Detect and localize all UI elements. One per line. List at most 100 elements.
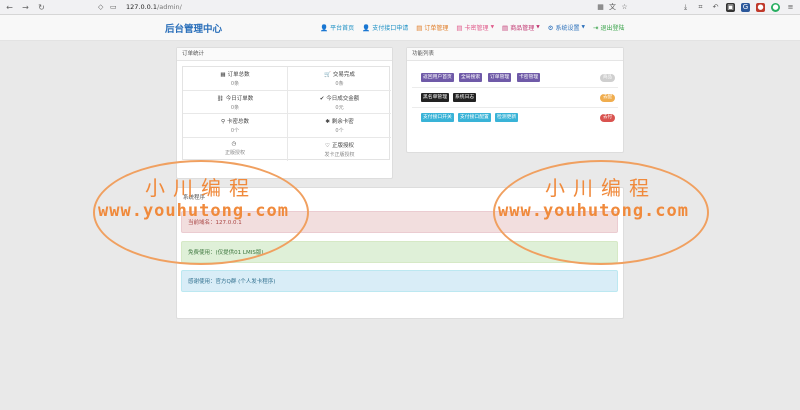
address-bar[interactable]: ◇ ▭ 127.0.0.1/admin/	[96, 2, 636, 13]
function-row: 返回用户首页 全局搜索 订单管理 卡密管理 商品	[412, 68, 618, 88]
function-row: 支付接口开关 支付接口配置 检测更新 去付	[412, 108, 618, 128]
stat-label: 剩余卡密	[331, 119, 354, 125]
nav-links: 👤 平台首页 👤 支付接口申请 ▤ 订单管理 ▤ 卡密管理 ▼ ▤ 商品管理 ▼ ⚙ 系统设置 ▼…	[320, 23, 625, 33]
user-icon: 👤	[362, 23, 371, 32]
asterisk-icon: ✱	[325, 119, 330, 125]
check-update-button[interactable]: 检测更新	[495, 113, 519, 122]
stat-remaining-cards: ✱ 剩余卡密 0个	[287, 114, 391, 138]
status-badge: 去配	[600, 94, 615, 102]
nav-cards[interactable]: ▤ 卡密管理 ▼	[456, 23, 495, 33]
chevron-down-icon: ▼	[536, 25, 540, 30]
reload-icon[interactable]: ↻	[36, 2, 47, 13]
top-navbar: 后台管理中心 👤 平台首页 👤 支付接口申请 ▤ 订单管理 ▤ 卡密管理 ▼ ▤ 商品管理 ▼…	[0, 15, 800, 41]
url-host: 127.0.0.1	[126, 3, 158, 11]
status-badge: 商品	[600, 74, 615, 82]
heart-icon: ♡	[325, 142, 330, 149]
translate-icon[interactable]: 文	[608, 3, 617, 12]
chevron-down-icon: ▼	[581, 25, 585, 30]
watermark-url: www.youhutong.com	[498, 201, 689, 221]
url-path: /admin/	[157, 3, 182, 11]
profile-icon[interactable]: ●	[771, 3, 780, 12]
nav-home[interactable]: 👤 平台首页	[320, 23, 355, 33]
brand-title[interactable]: 后台管理中心	[165, 21, 222, 35]
stat-today-orders: ⛓ 今日订单数 0条	[183, 91, 287, 114]
user-home-button[interactable]: 返回用户首页	[421, 73, 454, 82]
menu-icon[interactable]: ≡	[786, 3, 795, 12]
undo-icon[interactable]: ↶	[711, 3, 720, 12]
stat-label: 今日订单数	[225, 95, 254, 102]
goods-icon: ▤	[502, 23, 509, 32]
nav-logout-label: 退出登陆	[600, 25, 625, 32]
page-info-icon[interactable]: ▭	[110, 2, 117, 13]
stat-value: 0条	[335, 81, 344, 87]
nav-goods[interactable]: ▤ 商品管理 ▼	[502, 23, 540, 33]
cart-icon: 🛒	[324, 72, 331, 78]
stat-label: 交易完成	[332, 72, 355, 78]
notification-icon[interactable]: ●	[756, 3, 765, 12]
order-stats-grid: ▦ 订单总数 0条 🛒 交易完成 0条 ⛓ 今日订单数 0条 ✔ 今日成交金额 0元 ⚲…	[182, 66, 391, 162]
thanks-alert: 感谢使用：官方Q群 (个人发卡程序)	[181, 270, 618, 292]
nav-home-label: 平台首页	[330, 25, 355, 32]
watermark-title: 小川编程	[545, 176, 657, 200]
list-icon: ▤	[416, 23, 423, 32]
stat-value: 发卡正版授权	[324, 151, 355, 158]
stat-value: 0个	[335, 128, 344, 134]
nav-logout[interactable]: ⇥ 退出登陆	[592, 23, 625, 33]
chevron-down-icon: ▼	[490, 25, 495, 30]
check-icon: ✔	[319, 95, 325, 102]
order-stats-title: 订单统计	[177, 48, 392, 61]
nav-pay-apply-label: 支付接口申请	[372, 25, 409, 32]
nav-pay-apply[interactable]: 👤 支付接口申请	[362, 23, 409, 33]
user-icon: 👤	[320, 23, 329, 32]
gear-icon: ⚙	[547, 23, 554, 32]
image-icon[interactable]: ▣	[726, 3, 735, 12]
browser-toolbar: ← → ↻ ◇ ▭ 127.0.0.1/admin/ ▦ 文 ☆ ⤓ ⌗ ↶ ▣…	[0, 0, 800, 15]
card-icon: ▤	[456, 23, 463, 32]
pin-icon: ⚲	[220, 119, 225, 125]
extension-icon[interactable]: G	[741, 3, 750, 12]
nav-orders-label: 订单管理	[424, 25, 449, 32]
url-text: 127.0.0.1/admin/	[126, 2, 182, 13]
stat-value: 0个	[230, 128, 240, 134]
link-icon: ⛓	[216, 95, 224, 102]
stat-completed: 🛒 交易完成 0条	[287, 67, 391, 91]
nav-settings-label: 系统设置	[555, 25, 580, 32]
order-manage-button[interactable]: 订单管理	[488, 73, 512, 82]
nav-cards-label: 卡密管理	[464, 25, 489, 32]
stat-label: 正版授权	[331, 142, 354, 149]
blacklist-button[interactable]: 黑名单管理	[421, 93, 449, 102]
order-stats-panel: 订单统计 ▦ 订单总数 0条 🛒 交易完成 0条 ⛓ 今日订单数 0条 ✔ 今日成交金额…	[176, 47, 393, 179]
stat-license: ◷ 正版授权	[183, 138, 287, 162]
function-list-title: 功能列表	[407, 48, 623, 61]
nav-orders[interactable]: ▤ 订单管理	[416, 23, 449, 33]
global-search-button[interactable]: 全局搜索	[459, 73, 483, 82]
back-icon[interactable]: ←	[4, 2, 15, 13]
status-badge: 去付	[600, 114, 615, 122]
stat-value: 0条	[230, 104, 240, 111]
function-list-panel: 功能列表 返回用户首页 全局搜索 订单管理 卡密管理 商品 黑名单管理 系统日志…	[406, 47, 624, 153]
stat-total-orders: ▦ 订单总数 0条	[183, 67, 287, 91]
system-log-button[interactable]: 系统日志	[453, 93, 477, 102]
stat-label: 订单总数	[227, 72, 250, 78]
free-use-alert: 免费使用：(仅提供01 LMIS版)	[181, 241, 618, 263]
stat-genuine-license: ♡ 正版授权 发卡正版授权	[287, 137, 391, 161]
stat-label: 今日成交金额	[326, 95, 360, 102]
stat-value: 0条	[230, 81, 240, 87]
star-icon[interactable]: ☆	[620, 3, 629, 12]
stat-value: 0元	[335, 104, 344, 111]
watermark-title: 小川编程	[145, 176, 257, 200]
grid-icon[interactable]: ▦	[596, 3, 605, 12]
crop-icon[interactable]: ⌗	[696, 3, 705, 12]
download-icon[interactable]: ⤓	[681, 3, 690, 12]
pay-switch-button[interactable]: 支付接口开关	[421, 113, 454, 122]
stat-label: 卡密总数	[227, 119, 250, 125]
pay-config-button[interactable]: 支付接口配置	[458, 113, 491, 122]
card-manage-button[interactable]: 卡密管理	[517, 73, 541, 82]
nav-settings[interactable]: ⚙ 系统设置 ▼	[547, 23, 585, 33]
watermark-url: www.youhutong.com	[98, 201, 289, 221]
function-row: 黑名单管理 系统日志 去配	[412, 88, 618, 108]
stat-today-amount: ✔ 今日成交金额 0元	[287, 90, 391, 114]
logout-icon: ⇥	[592, 23, 599, 32]
forward-icon[interactable]: →	[20, 2, 31, 13]
shield-icon: ◇	[98, 3, 104, 11]
